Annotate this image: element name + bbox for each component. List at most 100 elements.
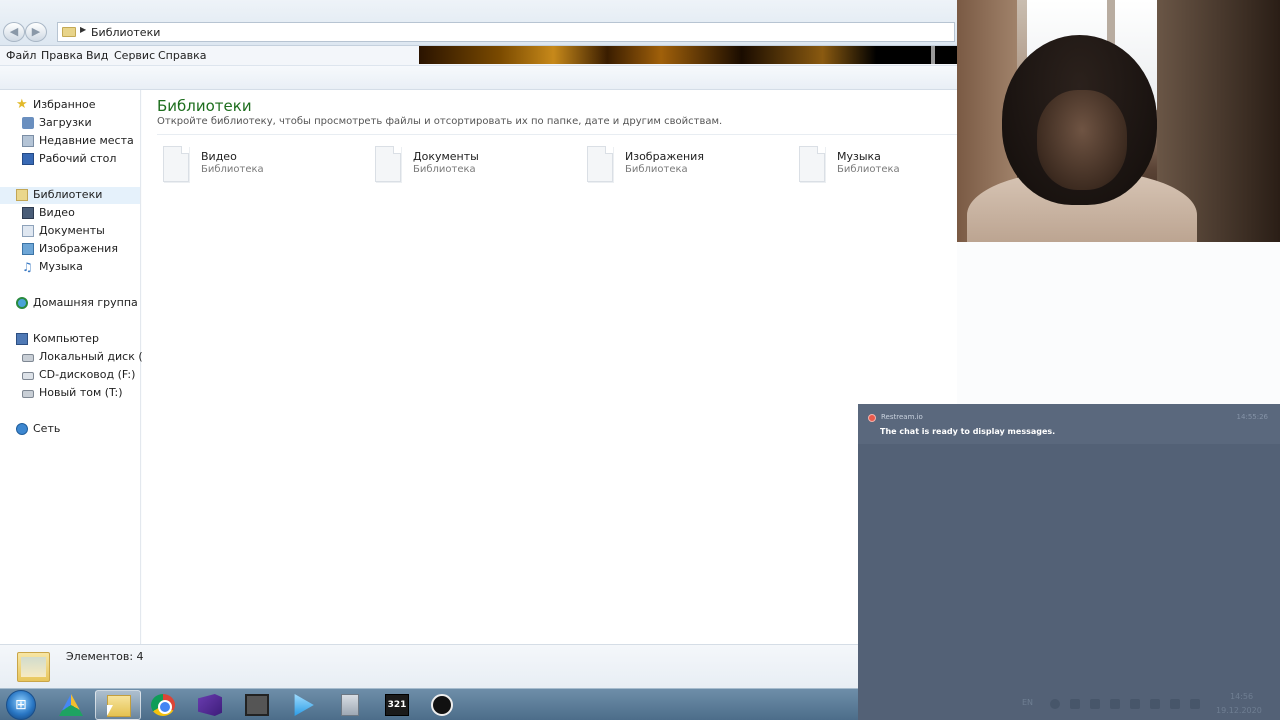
volume-icon[interactable] <box>1170 699 1180 709</box>
taskbar-obs[interactable] <box>420 690 466 720</box>
taskbar: 321 <box>0 688 858 720</box>
nav-pictures-label: Изображения <box>39 242 118 255</box>
nav-computer[interactable]: Компьютер <box>16 331 137 348</box>
restream-logo-icon <box>868 414 876 422</box>
nav-favorites[interactable]: ★ Избранное <box>16 97 136 114</box>
taskbar-google-drive[interactable] <box>48 690 94 720</box>
media-player-classic-icon: 321 <box>385 694 409 716</box>
star-icon: ★ <box>16 97 28 112</box>
downloads-icon <box>22 117 34 129</box>
clock-time[interactable]: 14:56 <box>1230 692 1253 701</box>
nav-music-label: Музыка <box>39 260 83 273</box>
tray-icon[interactable] <box>1190 699 1200 709</box>
menu-edit[interactable]: Правка <box>41 49 83 62</box>
documents-library-icon <box>22 225 34 237</box>
taskbar-media-player-classic[interactable]: 321 <box>374 690 420 720</box>
library-name: Музыка <box>837 150 881 163</box>
nav-homegroup[interactable]: Домашняя группа <box>16 295 138 312</box>
nav-downloads-label: Загрузки <box>39 116 92 129</box>
content-pane: Библиотеки Откройте библиотеку, чтобы пр… <box>142 90 957 644</box>
obs-tray-icon[interactable] <box>1050 699 1060 709</box>
music-library-icon: ♫ <box>22 260 33 274</box>
taskbar-explorer[interactable] <box>95 690 141 720</box>
mouse-cursor-icon <box>107 705 113 716</box>
nav-network[interactable]: Сеть <box>16 421 137 438</box>
network-tray-icon[interactable] <box>1150 699 1160 709</box>
library-tile-documents[interactable]: Документы Библиотека <box>367 146 567 186</box>
details-pane: Элементов: 4 <box>0 644 858 688</box>
nav-drive-f-label: CD-дисковод (F:) <box>39 368 136 381</box>
app-tray-icon[interactable] <box>1070 699 1080 709</box>
library-type: Библиотека <box>625 164 688 175</box>
taskbar-media-player[interactable] <box>280 690 326 720</box>
nav-drive-c-label: Локальный диск (C:) <box>39 350 159 363</box>
nav-recent-places[interactable]: Недавние места <box>22 133 137 150</box>
nav-desktop[interactable]: Рабочий стол <box>22 151 137 168</box>
app-tray-icon[interactable] <box>1090 699 1100 709</box>
library-file-icon <box>375 146 401 182</box>
back-button[interactable]: ◀ <box>3 22 25 42</box>
library-tile-video[interactable]: Видео Библиотека <box>155 146 355 186</box>
library-tile-pictures[interactable]: Изображения Библиотека <box>579 146 779 186</box>
nav-desktop-label: Рабочий стол <box>39 152 117 165</box>
chat-message: The chat is ready to display messages. <box>880 427 1056 436</box>
libraries-icon <box>16 189 28 201</box>
taskbar-calculator[interactable] <box>327 690 373 720</box>
breadcrumb-arrow-icon[interactable]: ▶ <box>80 25 86 34</box>
nav-libraries-label: Библиотеки <box>33 188 103 201</box>
library-name: Документы <box>413 150 479 163</box>
app-tray-icon[interactable] <box>1110 699 1120 709</box>
menu-file[interactable]: Файл <box>6 49 36 62</box>
video-overlay-strip <box>419 46 957 64</box>
forward-button[interactable]: ▶ <box>25 22 47 42</box>
nav-favorites-label: Избранное <box>33 98 96 111</box>
movie-maker-icon <box>245 694 269 716</box>
chat-timestamp: 14:55:26 <box>1236 413 1268 421</box>
nav-downloads[interactable]: Загрузки <box>22 115 137 132</box>
chat-overlay: Restream.io 14:55:26 The chat is ready t… <box>858 404 1280 720</box>
taskbar-chrome[interactable] <box>140 690 186 720</box>
nav-video-label: Видео <box>39 206 75 219</box>
library-file-icon <box>799 146 825 182</box>
start-button[interactable]: ⊞ <box>6 690 36 720</box>
language-indicator[interactable]: EN <box>1022 698 1033 707</box>
chat-message-row: Restream.io 14:55:26 The chat is ready t… <box>858 404 1280 444</box>
clock-date[interactable]: 19.12.2020 <box>1216 706 1262 715</box>
navigation-pane: ★ Избранное Загрузки Недавние места Рабо… <box>0 90 158 644</box>
nav-music[interactable]: ♫ Музыка <box>22 259 137 276</box>
taskbar-visual-studio[interactable] <box>187 690 233 720</box>
video-overlay-divider <box>931 46 935 64</box>
menu-help[interactable]: Справка <box>158 49 206 62</box>
library-type: Библиотека <box>201 164 264 175</box>
nav-video[interactable]: Видео <box>22 205 137 222</box>
page-subtitle: Откройте библиотеку, чтобы просмотреть ф… <box>157 116 723 127</box>
nav-drive-t-label: Новый том (T:) <box>39 386 123 399</box>
nav-libraries[interactable]: Библиотеки <box>0 187 140 204</box>
breadcrumb-libraries[interactable]: Библиотеки <box>91 26 160 39</box>
divider <box>157 134 957 135</box>
hard-disk-icon <box>22 354 34 362</box>
taskbar-movie-maker[interactable] <box>234 690 280 720</box>
nav-drive-t[interactable]: Новый том (T:) <box>22 385 137 402</box>
nav-drive-c[interactable]: Локальный диск (C:) <box>22 349 158 366</box>
library-file-icon <box>163 146 189 182</box>
address-field[interactable]: ▶ Библиотеки <box>57 22 955 42</box>
menu-view[interactable]: Вид <box>86 49 108 62</box>
nav-documents-label: Документы <box>39 224 105 237</box>
nav-documents[interactable]: Документы <box>22 223 137 240</box>
homegroup-icon <box>16 297 28 309</box>
chat-source: Restream.io <box>881 413 923 421</box>
library-type: Библиотека <box>837 164 900 175</box>
nav-pictures[interactable]: Изображения <box>22 241 137 258</box>
video-library-icon <box>22 207 34 219</box>
pictures-library-icon <box>22 243 34 255</box>
network-icon <box>16 423 28 435</box>
nav-drive-f[interactable]: CD-дисковод (F:) <box>22 367 137 384</box>
media-player-icon <box>294 694 314 716</box>
menu-tools[interactable]: Сервис <box>114 49 155 62</box>
computer-icon <box>16 333 28 345</box>
nav-homegroup-label: Домашняя группа <box>33 296 138 309</box>
nav-network-label: Сеть <box>33 422 61 435</box>
windows-logo-icon: ⊞ <box>15 697 27 713</box>
action-center-icon[interactable] <box>1130 699 1140 709</box>
